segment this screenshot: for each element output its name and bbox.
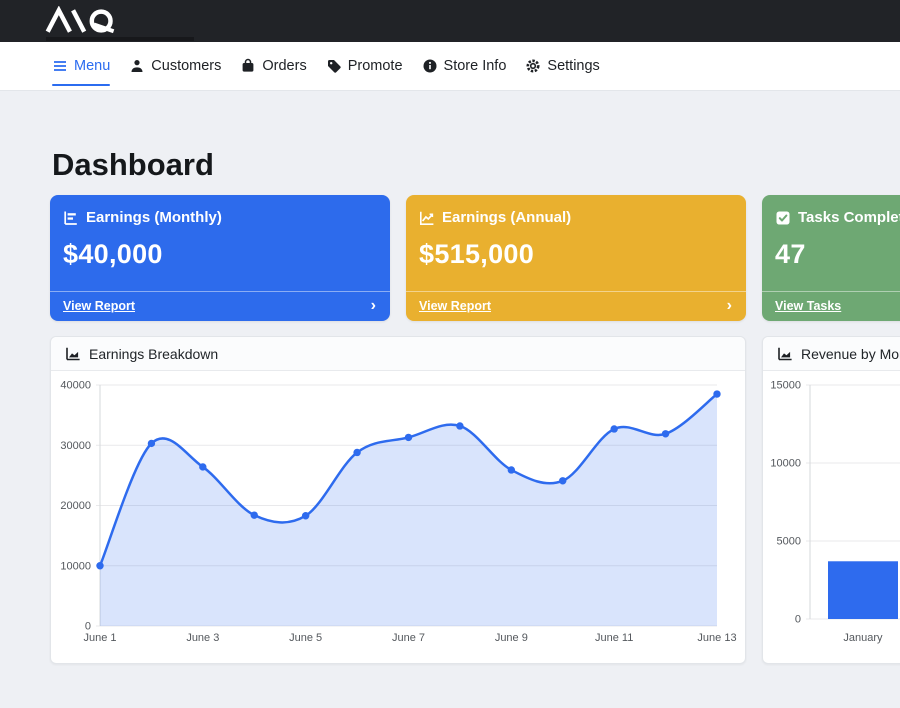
svg-text:0: 0 [795,614,801,626]
nav-item-label: Promote [348,58,403,74]
nav-item-label: Customers [151,58,221,74]
nav-item-label: Store Info [444,58,507,74]
nav-item-promote[interactable]: Promote [326,42,403,90]
active-tab-underline [52,84,110,86]
dashboard-content: Dashboard Earnings (Monthly) $40,000 Vie… [0,147,900,664]
stat-card-earnings-annual: Earnings (Annual) $515,000 View Report › [406,195,746,321]
svg-text:5000: 5000 [777,536,801,548]
chevron-right-icon: › [371,298,376,314]
svg-text:June 3: June 3 [186,632,219,644]
logo-underline [46,37,194,41]
svg-text:June 7: June 7 [392,632,425,644]
bag-icon [240,58,256,74]
view-tasks-link[interactable]: View Tasks [775,299,841,313]
chart-card-header: Revenue by Month [763,337,900,371]
main-nav: Menu Customers Orders Promote Store Info… [0,42,900,91]
stat-card-body: Earnings (Monthly) $40,000 [50,195,390,291]
earnings-breakdown-card: Earnings Breakdown 0 10000 20000 30000 40000… [50,336,746,664]
check-square-icon [775,210,791,226]
nav-item-label: Settings [547,58,599,74]
svg-text:June 5: June 5 [289,632,322,644]
nav-item-label: Orders [262,58,306,74]
app-logo[interactable] [45,6,127,41]
chart-body: 0 10000 20000 30000 40000 June 1 June 3 June 5 J… [51,371,745,663]
area-chart-icon [65,346,81,362]
stat-card-value: $515,000 [419,239,732,270]
earnings-line-chart: 0 10000 20000 30000 40000 June 1 June 3 June 5 J… [51,372,745,658]
page-title: Dashboard [52,147,900,183]
charts-row: Earnings Breakdown 0 10000 20000 30000 40000… [50,336,900,664]
stat-card-title-row: Earnings (Annual) [419,209,732,226]
stat-card-tasks-completed: Tasks Completed 47 View Tasks › [762,195,900,321]
topbar [0,0,900,42]
nav-item-store-info[interactable]: Store Info [422,42,507,90]
nav-item-customers[interactable]: Customers [129,42,221,90]
view-report-footer[interactable]: View Report › [406,291,746,321]
info-circle-icon [422,58,438,74]
view-report-link[interactable]: View Report [63,299,135,313]
stat-card-value: $40,000 [63,239,376,270]
hamburger-icon [52,58,68,74]
view-tasks-footer[interactable]: View Tasks › [762,291,900,321]
revenue-bar-chart: 0 5000 10000 15000 January [763,372,900,658]
svg-text:10000: 10000 [60,560,91,572]
chart-title: Earnings Breakdown [89,346,218,362]
stat-card-body: Earnings (Annual) $515,000 [406,195,746,291]
bar-steps-icon [63,210,79,226]
nav-item-orders[interactable]: Orders [240,42,306,90]
nav-item-menu[interactable]: Menu [52,42,110,90]
chart-card-header: Earnings Breakdown [51,337,745,371]
svg-text:30000: 30000 [60,440,91,452]
stat-card-value: 47 [775,239,900,270]
stat-card-title: Tasks Completed [798,209,900,226]
revenue-by-month-card: Revenue by Month 0 5000 10000 15000 January [762,336,900,664]
svg-text:15000: 15000 [770,380,801,392]
chevron-right-icon: › [727,298,732,314]
tag-icon [326,58,342,74]
chart-title: Revenue by Month [801,346,900,362]
stat-card-title-row: Tasks Completed [775,209,900,226]
svg-text:June 11: June 11 [595,632,633,644]
area-chart-icon [777,346,793,362]
view-report-footer[interactable]: View Report › [50,291,390,321]
stat-card-title: Earnings (Annual) [442,209,571,226]
svg-text:January: January [843,632,883,644]
svg-text:0: 0 [85,621,91,633]
svg-text:20000: 20000 [60,500,91,512]
nav-item-label: Menu [74,58,110,74]
mq-logo-icon [45,6,127,36]
stat-card-earnings-monthly: Earnings (Monthly) $40,000 View Report › [50,195,390,321]
graph-up-icon [419,210,435,226]
svg-text:June 9: June 9 [495,632,528,644]
nav-item-settings[interactable]: Settings [525,42,599,90]
chart-body: 0 5000 10000 15000 January [763,371,900,663]
stat-card-title-row: Earnings (Monthly) [63,209,376,226]
view-report-link[interactable]: View Report [419,299,491,313]
svg-text:June 13: June 13 [697,632,736,644]
svg-text:40000: 40000 [60,380,91,392]
svg-text:June 1: June 1 [83,632,116,644]
person-icon [129,58,145,74]
stat-card-body: Tasks Completed 47 [762,195,900,291]
stat-card-row: Earnings (Monthly) $40,000 View Report ›… [50,195,900,321]
gear-icon [525,58,541,74]
stat-card-title: Earnings (Monthly) [86,209,222,226]
svg-text:10000: 10000 [770,458,801,470]
